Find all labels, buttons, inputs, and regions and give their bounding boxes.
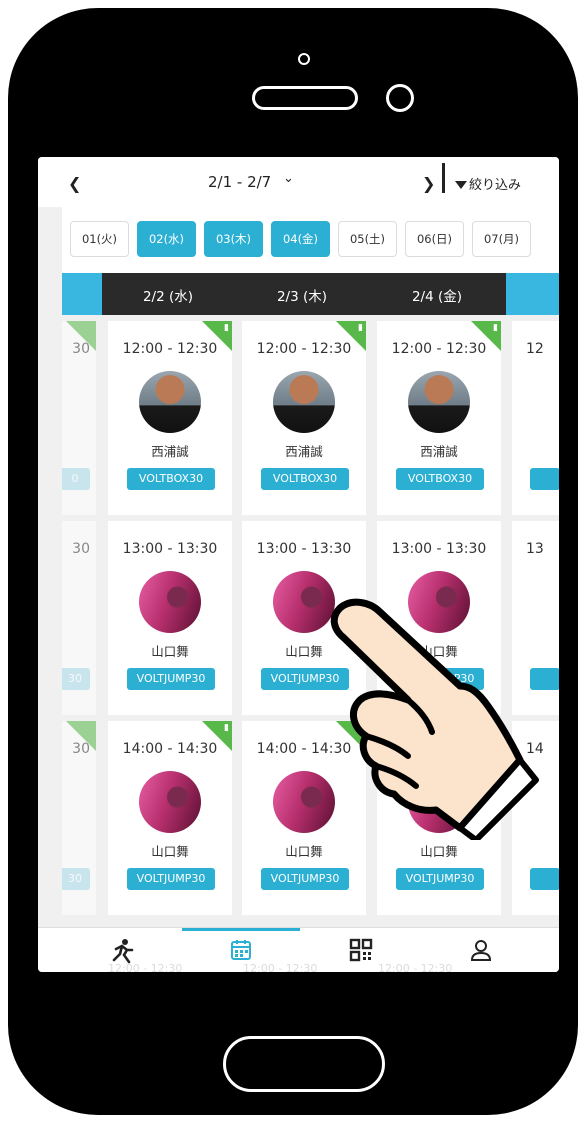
lesson-time: 13:00 - 13:30 <box>256 541 352 557</box>
chevron-right-icon[interactable]: ❯ <box>422 174 435 193</box>
instructor-name: 山口舞 <box>151 644 189 659</box>
avatar <box>139 371 201 433</box>
program-tag[interactable]: VOLTJUMP30 <box>127 668 215 690</box>
program-tag: 30 <box>62 868 90 890</box>
filter-button[interactable]: 絞り込み <box>455 174 521 193</box>
program-tag[interactable]: VOLTBOX30 <box>396 468 484 490</box>
instructor-name: 山口舞 <box>420 844 458 859</box>
app-screen: ❮ 2/1 - 2/7 ⌄ ❯ 絞り込み 01(火) 02(水) 03(木) 0… <box>38 157 559 972</box>
ghost-time: 12:00 - 12:30 <box>243 962 318 972</box>
program-tag: 0 <box>62 468 90 490</box>
beginner-badge <box>66 321 96 351</box>
lesson-time: 13:00 - 13:30 <box>391 541 487 557</box>
divider <box>442 163 445 193</box>
top-bar: ❮ 2/1 - 2/7 ⌄ ❯ 絞り込み <box>38 157 559 207</box>
date-header-row: 2/2 (水) 2/3 (木) 2/4 (金) <box>62 273 559 315</box>
calendar-icon[interactable] <box>229 938 253 962</box>
sensor-icon <box>386 84 414 112</box>
day-pill-05[interactable]: 05(土) <box>338 221 397 257</box>
beginner-leaf-icon: ▮ <box>493 323 498 333</box>
instructor-name: 西浦誠 <box>151 444 189 459</box>
date-header-edge <box>62 273 102 315</box>
lesson-time: 13 <box>526 541 544 557</box>
avatar <box>408 371 470 433</box>
lesson-card-edge[interactable]: 30 0 <box>62 321 96 515</box>
lesson-time: 12 <box>526 341 544 357</box>
day-pill-07[interactable]: 07(月) <box>472 221 531 257</box>
home-button[interactable] <box>223 1036 385 1092</box>
lesson-card[interactable]: 13:00 - 13:30 山口舞 VOLTJUMP30 <box>108 521 232 715</box>
instructor-name: 西浦誠 <box>420 444 458 459</box>
lesson-time: 14:00 - 14:30 <box>122 741 218 757</box>
user-icon[interactable] <box>469 938 493 962</box>
ghost-time: 12:00 - 12:30 <box>378 962 453 972</box>
chevron-left-icon[interactable]: ❮ <box>68 174 81 193</box>
funnel-icon <box>455 180 467 189</box>
lesson-card-edge[interactable]: 30 30 <box>62 721 96 915</box>
running-icon[interactable] <box>110 938 134 964</box>
day-pill-02[interactable]: 02(水) <box>137 221 196 257</box>
instructor-name: 西浦誠 <box>285 444 323 459</box>
lesson-time: 30 <box>72 741 90 757</box>
lesson-time: 13:00 - 13:30 <box>122 541 218 557</box>
instructor-name: 山口舞 <box>285 844 323 859</box>
speaker-slot <box>252 86 358 110</box>
avatar <box>139 771 201 833</box>
lesson-time: 12:00 - 12:30 <box>256 341 352 357</box>
lesson-card-edge[interactable]: 12 <box>512 321 559 515</box>
lesson-time: 12:00 - 12:30 <box>391 341 487 357</box>
lesson-card[interactable]: ▮ 12:00 - 12:30 西浦誠 VOLTBOX30 <box>242 321 366 515</box>
active-tab-indicator <box>182 928 300 931</box>
beginner-leaf-icon: ▮ <box>224 323 229 333</box>
avatar <box>273 371 335 433</box>
date-header-0203: 2/3 (木) <box>276 289 328 305</box>
camera-icon <box>298 53 310 65</box>
chevron-down-icon[interactable]: ⌄ <box>283 171 294 186</box>
program-tag: 30 <box>62 668 90 690</box>
day-pill-06[interactable]: 06(日) <box>405 221 464 257</box>
ghost-time: 12:00 - 12:30 <box>108 962 183 972</box>
lesson-time: 30 <box>72 541 90 557</box>
lesson-card-edge[interactable]: 30 30 <box>62 521 96 715</box>
program-tag[interactable]: VOLTBOX30 <box>127 468 215 490</box>
instructor-name: 山口舞 <box>151 844 189 859</box>
program-tag[interactable]: VOLTJUMP30 <box>127 868 215 890</box>
day-pill-04[interactable]: 04(金) <box>271 221 330 257</box>
day-pill-03[interactable]: 03(木) <box>204 221 263 257</box>
program-tag <box>530 468 559 490</box>
lesson-card[interactable]: ▮ 12:00 - 12:30 西浦誠 VOLTBOX30 <box>108 321 232 515</box>
beginner-leaf-icon: ▮ <box>224 723 229 733</box>
date-header-edge <box>506 273 559 315</box>
program-tag <box>530 868 559 890</box>
day-selector: 01(火) 02(水) 03(木) 04(金) 05(土) 06(日) 07(月… <box>62 207 559 273</box>
filter-label: 絞り込み <box>469 178 522 193</box>
program-tag[interactable]: VOLTBOX30 <box>261 468 349 490</box>
date-header-0204: 2/4 (金) <box>411 289 463 305</box>
pointing-hand-icon <box>330 598 539 840</box>
day-pill-01[interactable]: 01(火) <box>70 221 129 257</box>
date-header-0202: 2/2 (水) <box>142 289 194 305</box>
lesson-card[interactable]: ▮ 12:00 - 12:30 西浦誠 VOLTBOX30 <box>377 321 501 515</box>
beginner-leaf-icon: ▮ <box>358 323 363 333</box>
avatar <box>139 571 201 633</box>
lesson-time: 12:00 - 12:30 <box>122 341 218 357</box>
program-tag[interactable]: VOLTJUMP30 <box>396 868 484 890</box>
lesson-card[interactable]: ▮ 14:00 - 14:30 山口舞 VOLTJUMP30 <box>108 721 232 915</box>
date-range-label[interactable]: 2/1 - 2/7 <box>208 173 271 191</box>
program-tag[interactable]: VOLTJUMP30 <box>261 868 349 890</box>
qr-code-icon[interactable] <box>349 938 373 962</box>
